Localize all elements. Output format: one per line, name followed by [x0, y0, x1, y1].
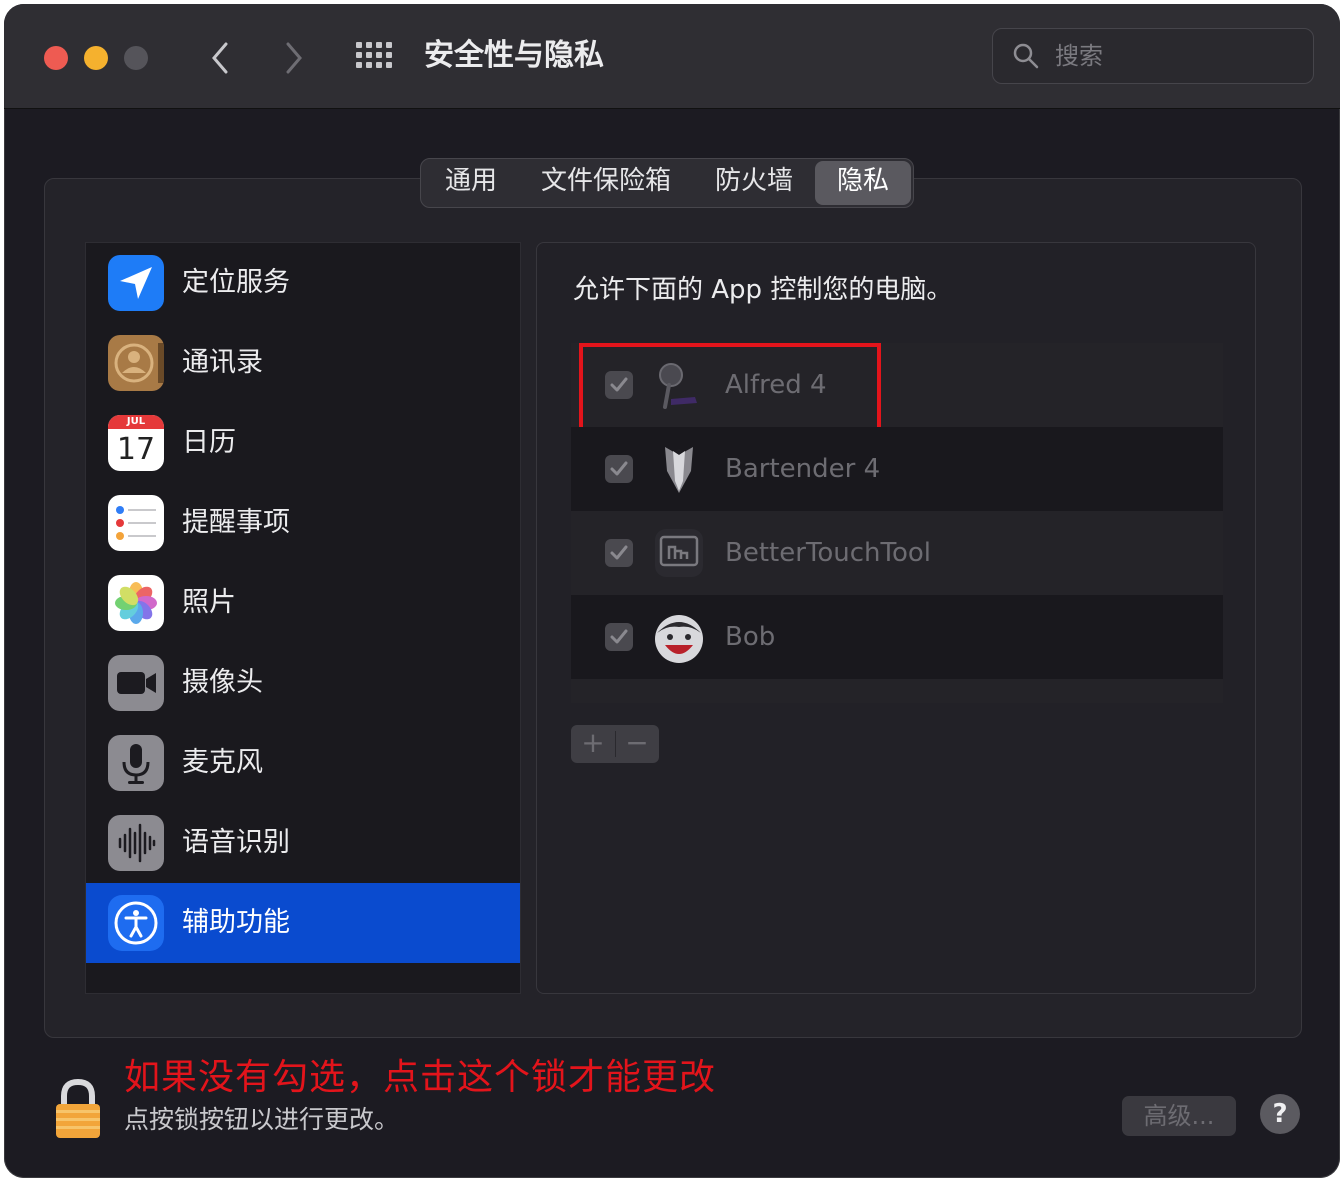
title-bar: 安全性与隐私 [4, 4, 1340, 109]
sidebar-item-label: 摄像头 [182, 667, 263, 698]
add-app-button[interactable]: + [571, 725, 615, 763]
search-box[interactable] [992, 28, 1314, 84]
app-checkbox-bettertouchtool[interactable] [605, 539, 633, 567]
tab-firewall[interactable]: 防火墙 [693, 161, 815, 205]
forward-button[interactable] [274, 36, 314, 80]
tab-privacy[interactable]: 隐私 [815, 161, 912, 205]
sidebar-item-label: 通讯录 [182, 347, 263, 378]
sidebar-item-accessibility[interactable]: 辅助功能 [86, 883, 520, 963]
back-button[interactable] [200, 36, 240, 80]
add-remove-control: + − [571, 725, 659, 763]
sidebar-item-microphone[interactable]: 麦克风 [86, 723, 520, 803]
sidebar-item-label: 麦克风 [182, 747, 263, 778]
search-input[interactable] [1053, 39, 1297, 73]
sidebar-item-calendar[interactable]: JUL 17 日历 [86, 403, 520, 483]
contacts-icon [108, 335, 164, 391]
sidebar-item-label: 提醒事项 [182, 507, 290, 538]
bob-icon [651, 609, 707, 665]
sidebar-item-label: 语音识别 [182, 827, 290, 858]
app-name: Bartender 4 [725, 454, 881, 484]
sidebar-item-speech-recognition[interactable]: 语音识别 [86, 803, 520, 883]
sidebar-item-contacts[interactable]: 通讯录 [86, 323, 520, 403]
bartender-icon [651, 441, 707, 497]
accessibility-icon [108, 895, 164, 951]
app-row-alfred[interactable]: Alfred 4 [571, 343, 1223, 433]
sidebar-item-camera[interactable]: 摄像头 [86, 643, 520, 723]
sidebar-item-label: 辅助功能 [182, 907, 290, 938]
app-row-bartender[interactable]: Bartender 4 [571, 427, 1223, 511]
show-all-grid-icon[interactable] [356, 42, 392, 72]
sidebar-item-label: 日历 [182, 427, 236, 458]
advanced-button[interactable]: 高级... [1122, 1096, 1236, 1136]
photos-icon [108, 575, 164, 631]
sidebar-item-photos[interactable]: 照片 [86, 563, 520, 643]
reminders-icon [108, 495, 164, 551]
help-button[interactable]: ? [1260, 1094, 1300, 1134]
remove-app-button[interactable]: − [615, 725, 659, 763]
app-row-bettertouchtool[interactable]: BetterTouchTool [571, 511, 1223, 595]
sidebar-item-label: 定位服务 [182, 267, 290, 298]
tab-general[interactable]: 通用 [423, 161, 519, 205]
bettertouchtool-icon [651, 525, 707, 581]
app-checkbox-bob[interactable] [605, 623, 633, 651]
app-row-partial [571, 679, 1223, 703]
checkmark-icon [610, 545, 628, 560]
app-name: BetterTouchTool [725, 538, 932, 568]
location-arrow-icon [108, 255, 164, 311]
highlight-box [579, 343, 881, 433]
calendar-icon: JUL 17 [108, 415, 164, 471]
checkmark-icon [610, 461, 628, 476]
search-icon [1013, 43, 1039, 69]
minimize-window-button[interactable] [84, 46, 108, 70]
app-checkbox-bartender[interactable] [605, 455, 633, 483]
camera-icon [108, 655, 164, 711]
app-list: Alfred 4 Bartender 4 BetterTouchTool Bob [571, 343, 1223, 703]
calendar-month: JUL [126, 416, 146, 427]
zoom-window-button[interactable] [124, 46, 148, 70]
lock-hint-text: 点按锁按钮以进行更改。 [124, 1105, 400, 1134]
sidebar-item-label: 照片 [182, 587, 236, 618]
preferences-window: 安全性与隐私 通用 文件保险箱 防火墙 隐私 定位服务 [4, 4, 1340, 1178]
chevron-left-icon [212, 42, 228, 74]
sidebar-item-location-services[interactable]: 定位服务 [86, 243, 520, 323]
lock-icon [56, 1078, 100, 1138]
calendar-day: 17 [116, 432, 156, 467]
app-name: Bob [725, 622, 776, 652]
pane-description: 允许下面的 App 控制您的电脑。 [573, 275, 953, 305]
privacy-category-list: 定位服务 通讯录 JUL 17 日历 提醒事项 照片 摄像头 麦克风 语音识别 … [85, 242, 521, 994]
tab-bar: 通用 文件保险箱 防火墙 隐私 [420, 158, 915, 208]
microphone-icon [108, 735, 164, 791]
speech-recognition-icon [108, 815, 164, 871]
app-permission-pane: 允许下面的 App 控制您的电脑。 Alfred 4 Bartender 4 B… [536, 242, 1256, 994]
tab-filevault[interactable]: 文件保险箱 [519, 161, 693, 205]
window-title: 安全性与隐私 [424, 38, 604, 73]
sidebar-item-reminders[interactable]: 提醒事项 [86, 483, 520, 563]
red-annotation: 如果没有勾选，点击这个锁才能更改 [124, 1057, 717, 1098]
chevron-right-icon [286, 42, 302, 74]
close-window-button[interactable] [44, 46, 68, 70]
lock-button[interactable] [54, 1078, 102, 1140]
app-row-bob[interactable]: Bob [571, 595, 1223, 679]
checkmark-icon [610, 629, 628, 644]
